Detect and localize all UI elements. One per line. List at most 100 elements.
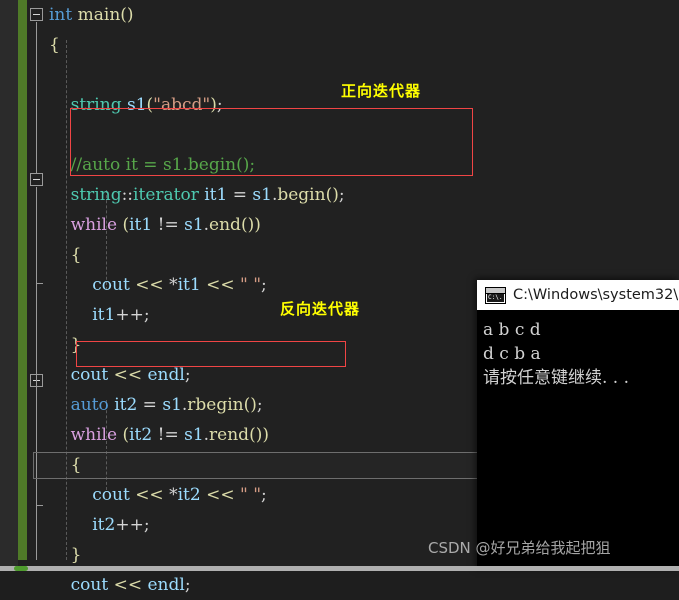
- code-token: s1: [252, 185, 272, 205]
- code-token: ;: [338, 185, 345, 205]
- code-line[interactable]: [49, 120, 679, 150]
- code-line[interactable]: cout << endl;: [49, 570, 679, 600]
- code-token: ;: [143, 515, 150, 535]
- console-icon-text: C:\.: [487, 293, 504, 302]
- code-token: cout: [92, 485, 130, 505]
- code-token: while: [70, 215, 118, 235]
- annotation-forward-iterator: 正向迭代器: [341, 82, 422, 100]
- csdn-watermark: CSDN @好兄弟给我起把狙: [428, 539, 611, 557]
- code-line[interactable]: int main(): [49, 0, 679, 30]
- console-output-line: 请按任意键继续. . .: [483, 368, 630, 388]
- code-token: {: [49, 35, 60, 55]
- code-token: //auto it = s1.begin();: [70, 155, 256, 175]
- code-token: it1: [129, 215, 153, 235]
- console-output-line: a b c d: [483, 320, 541, 340]
- code-token: ()): [249, 425, 269, 445]
- code-token: }: [70, 545, 82, 565]
- code-token: ++: [115, 515, 144, 535]
- console-window[interactable]: C:\. C:\Windows\system32\ a b c d d c b a…: [477, 280, 679, 571]
- code-token: <<: [113, 575, 143, 595]
- code-token: string: [70, 95, 122, 115]
- code-token: while: [70, 425, 118, 445]
- code-token: <<: [135, 485, 164, 505]
- code-token: s1: [126, 95, 147, 115]
- code-token: begin: [277, 185, 326, 205]
- code-token: {: [70, 455, 82, 475]
- console-title-bar[interactable]: C:\. C:\Windows\system32\: [477, 280, 679, 310]
- code-token: it2: [129, 425, 153, 445]
- code-token: cout: [92, 275, 130, 295]
- outline-connector-while-2: [36, 388, 37, 505]
- code-token: ::: [121, 185, 134, 205]
- code-token: (): [243, 395, 257, 415]
- code-token: ()): [240, 215, 261, 235]
- scroll-thumb[interactable]: [14, 566, 28, 571]
- console-output: a b c d d c b a 请按任意键继续. . .: [477, 310, 679, 390]
- code-token: ++: [115, 305, 144, 325]
- code-token: <<: [113, 365, 143, 385]
- code-token: it2: [92, 515, 116, 535]
- outline-connector-tail: [36, 506, 37, 560]
- code-token: ;: [216, 95, 223, 115]
- code-token: <<: [206, 275, 235, 295]
- code-token: *: [169, 485, 178, 505]
- code-token: it1: [177, 275, 201, 295]
- code-token: (): [325, 185, 339, 205]
- code-line[interactable]: {: [49, 30, 679, 60]
- code-token: s1: [184, 215, 204, 235]
- code-token: it1: [204, 185, 228, 205]
- editor-left-margin: [0, 0, 18, 566]
- outline-connector-main: [36, 22, 37, 174]
- code-token: ;: [261, 485, 267, 505]
- console-output-line: d c b a: [483, 344, 541, 364]
- code-token: ;: [261, 275, 267, 295]
- code-token: it2: [114, 395, 138, 415]
- code-line[interactable]: string::iterator it1 = s1.begin();: [49, 180, 679, 210]
- code-token: " ": [240, 485, 262, 505]
- code-token: !=: [157, 215, 179, 235]
- annotation-reverse-iterator: 反向迭代器: [280, 300, 361, 318]
- code-token: "abcd": [153, 95, 211, 115]
- code-token: string: [70, 185, 122, 205]
- code-token: *: [169, 275, 178, 295]
- outline-connector-mid: [36, 284, 37, 388]
- code-token: int: [49, 5, 78, 25]
- code-token: <<: [206, 485, 235, 505]
- saved-changes-indicator-bar: [18, 0, 27, 560]
- code-token: ;: [256, 395, 263, 415]
- code-token: iterator: [133, 185, 199, 205]
- code-token: it2: [177, 485, 201, 505]
- code-token: !=: [157, 425, 179, 445]
- code-token: =: [137, 395, 163, 415]
- code-line[interactable]: {: [49, 240, 679, 270]
- code-token: s1: [184, 425, 204, 445]
- code-token: auto: [70, 395, 109, 415]
- code-token: end: [209, 215, 241, 235]
- collapse-toggle-main[interactable]: [30, 8, 43, 21]
- code-token: }: [70, 335, 82, 355]
- outline-foot-while-1: [36, 283, 43, 284]
- console-window-icon: C:\.: [485, 286, 506, 304]
- code-token: it1: [92, 305, 116, 325]
- code-token: s1: [162, 395, 182, 415]
- code-token: " ": [240, 275, 262, 295]
- collapse-toggle-while-1[interactable]: [30, 173, 43, 186]
- code-token: rend: [209, 425, 250, 445]
- bottom-scrollbar-strip[interactable]: [0, 566, 679, 571]
- outline-connector-while-1: [36, 187, 37, 283]
- code-token: ;: [143, 305, 150, 325]
- code-token: ): [210, 95, 217, 115]
- code-line[interactable]: //auto it = s1.begin();: [49, 150, 679, 180]
- code-token: ;: [184, 365, 191, 385]
- code-token: {: [70, 245, 82, 265]
- console-title-text: C:\Windows\system32\: [513, 287, 679, 303]
- code-line[interactable]: while (it1 != s1.end()): [49, 210, 679, 240]
- code-token: endl: [147, 365, 185, 385]
- outline-foot-while-2: [36, 505, 43, 506]
- code-token: rbegin: [187, 395, 244, 415]
- code-token: ;: [184, 575, 191, 595]
- code-token: <<: [135, 275, 164, 295]
- code-token: =: [227, 185, 253, 205]
- code-token: endl: [147, 575, 185, 595]
- code-token: cout: [70, 575, 109, 595]
